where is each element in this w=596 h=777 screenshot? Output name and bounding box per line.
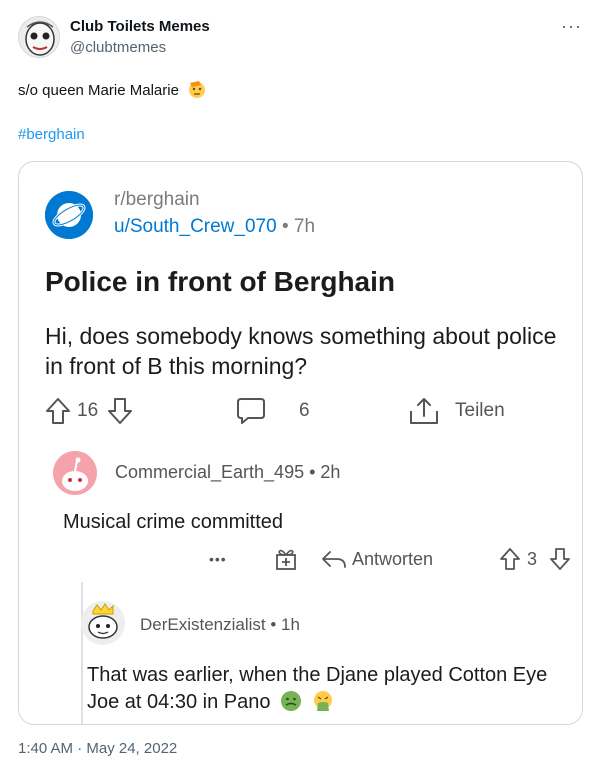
share-icon — [410, 398, 438, 424]
tweet-text: s/o queen Marie Malarie — [18, 79, 207, 99]
reply-label: Antworten — [352, 548, 434, 569]
comment-upvote-button — [499, 543, 521, 575]
reply-icon — [322, 551, 346, 568]
author-avatar[interactable] — [18, 16, 60, 58]
comment1-vote-count: 3 — [527, 548, 538, 569]
comment2-author-name: DerExistenzialist — [140, 615, 266, 634]
vomiting-face-icon — [313, 691, 332, 711]
more-options-button[interactable]: ··· — [561, 16, 582, 37]
downvote-icon — [108, 398, 132, 424]
post-vote-count: 16 — [77, 400, 99, 421]
commenter-avatar — [53, 451, 97, 495]
post-actions-bar: 16 6 Teilen — [45, 395, 565, 427]
award-icon — [276, 549, 296, 570]
media-image-card[interactable]: r/berghain u/South_Crew_070 • 7h Police … — [18, 161, 583, 725]
hashtag-link[interactable]: #berghain — [18, 126, 85, 143]
author-name[interactable]: Club Toilets Memes — [70, 18, 210, 35]
comments-button — [235, 395, 267, 427]
reply-button — [321, 543, 347, 575]
downvote-icon — [550, 548, 570, 570]
share-button — [407, 395, 441, 427]
reddit-planet-icon — [45, 191, 93, 239]
comment1-author: Commercial_Earth_495 • 2h — [115, 462, 340, 483]
downvote-button — [107, 395, 133, 427]
saluting-face-icon — [189, 81, 206, 98]
tweet-text-content: s/o queen Marie Malarie — [18, 82, 179, 99]
author-handle[interactable]: @clubtmemes — [70, 39, 166, 56]
post-author: u/South_Crew_070 • 7h — [114, 216, 315, 238]
post-time: • 7h — [276, 216, 316, 237]
award-button — [275, 543, 297, 575]
share-label: Teilen — [455, 400, 505, 421]
upvote-button — [45, 395, 71, 427]
comment1-author-name: Commercial_Earth_495 — [115, 462, 305, 482]
comment2-author: DerExistenzialist • 1h — [140, 615, 300, 635]
comment1-time: • 2h — [304, 462, 341, 482]
nauseated-face-icon — [281, 691, 302, 711]
snoo-avatar-icon — [53, 451, 97, 495]
face-avatar-icon — [19, 17, 59, 57]
comments-count: 6 — [299, 400, 310, 421]
comment2-time: • 1h — [265, 615, 300, 634]
comment-downvote-button — [549, 543, 571, 575]
tweet-header: Club Toilets Memes @clubtmemes ··· — [14, 12, 584, 62]
post-title: Police in front of Berghain — [45, 266, 396, 297]
tweet-timestamp[interactable]: 1:40 AM · May 24, 2022 — [18, 740, 177, 757]
upvote-icon — [46, 398, 70, 424]
comment2-text: That was earlier, when the Djane played … — [87, 662, 577, 716]
comment-more-button: ••• — [209, 551, 227, 567]
post-author-name: u/South_Crew_070 — [114, 216, 277, 237]
subreddit-name: r/berghain — [114, 189, 200, 210]
snoo-avatar-icon — [81, 601, 125, 645]
comment1-text: Musical crime committed — [63, 511, 284, 533]
comment1-actions: ••• Antworten 3 — [209, 543, 579, 571]
commenter2-avatar — [79, 599, 127, 647]
upvote-icon — [500, 548, 520, 570]
comment-icon — [237, 398, 265, 424]
post-body: Hi, does somebody knows something about … — [45, 323, 557, 379]
